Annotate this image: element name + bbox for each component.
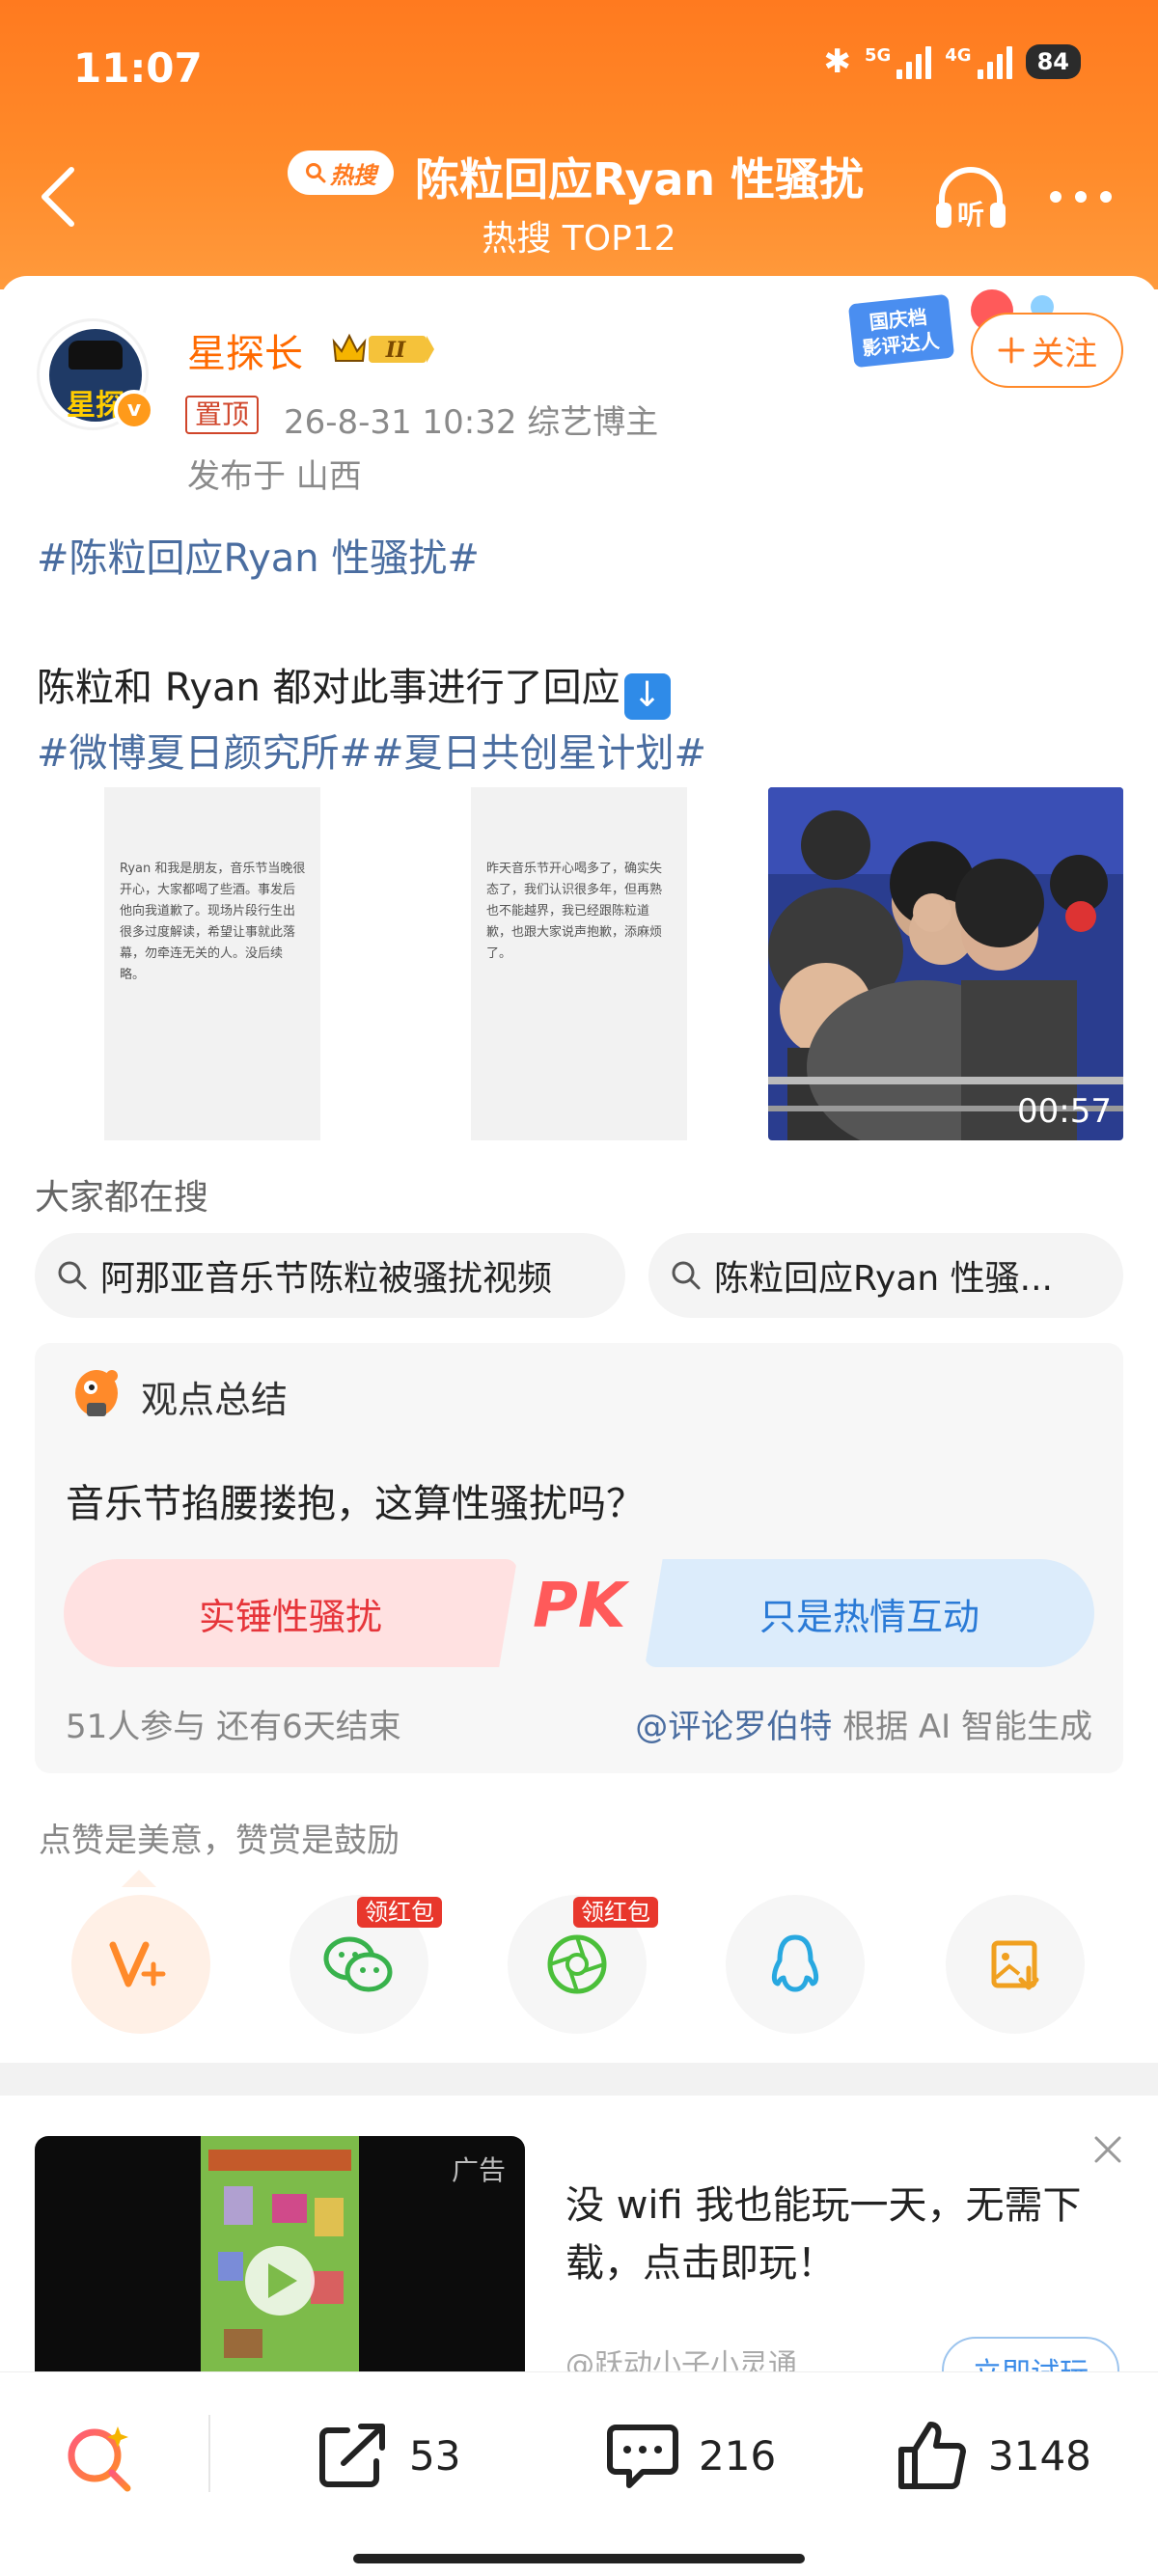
hot-badge-label: 热搜 <box>330 161 376 189</box>
bluetooth-icon: ✱ <box>823 42 851 81</box>
top-header: 11:07 ✱ 5G 4G 84 热搜 陈粒回应Ryan 性骚扰 热搜 TOP1… <box>0 0 1158 289</box>
member-crown-icon: II <box>332 333 434 363</box>
mascot-icon <box>75 1370 118 1416</box>
vote-participants: 51人参与 还有6天结束 <box>66 1708 401 1746</box>
repost-button[interactable]: 53 <box>315 2417 460 2494</box>
author-name[interactable]: 星探长 <box>187 322 303 378</box>
vote-option-right[interactable]: 只是热情互动 <box>645 1559 1094 1667</box>
avatar-hat-icon <box>69 341 123 370</box>
post-video[interactable]: 00:57 <box>768 787 1123 1140</box>
red-packet-tag: 领红包 <box>357 1897 442 1928</box>
related-search-chip[interactable]: 陈粒回应Ryan 性骚... <box>648 1233 1123 1318</box>
signal-icon <box>977 44 1012 79</box>
more-options-button[interactable] <box>1042 178 1119 216</box>
comment-icon <box>607 2425 678 2488</box>
save-image-button[interactable] <box>946 1895 1085 2034</box>
follow-label: 关注 <box>1032 334 1097 373</box>
share-qq-button[interactable] <box>726 1895 865 2034</box>
related-search-chip[interactable]: 阿那亚音乐节陈粒被骚扰视频 <box>35 1233 625 1318</box>
status-icons: ✱ 5G 4G 84 <box>823 42 1081 81</box>
ad-label: 广告 <box>451 2154 506 2186</box>
dot-icon <box>1100 191 1112 203</box>
moments-aperture-icon <box>547 1934 607 1994</box>
ad-source: @跃动小子小灵通 <box>565 2348 797 2371</box>
section-divider <box>0 2063 1158 2096</box>
ad-video-thumbnail[interactable]: 广告 <box>35 2136 525 2371</box>
pk-label: PK <box>533 1571 626 1642</box>
thumbs-up-icon <box>898 2422 966 2489</box>
comment-button[interactable]: 216 <box>604 2417 776 2494</box>
ad-card[interactable]: 广告 没 wifi 我也能玩一天，无需下载，点击即玩！ @跃动小子小灵通 立即试… <box>0 2096 1158 2371</box>
image-statement-text: 昨天音乐节开心喝多了，确实失态了，我们认识很多年，但再熟也不能越界，我已经跟陈粒… <box>486 862 663 961</box>
search-icon <box>672 1261 701 1290</box>
member-level: II <box>385 338 406 363</box>
battery-indicator: 84 <box>1025 44 1081 79</box>
red-packet-tag: 领红包 <box>573 1897 658 1928</box>
network-label-5g: 5G <box>864 44 892 66</box>
image-statement-text: Ryan 和我是朋友，音乐节当晚很开心，大家都喝了些酒。事发后他向我道歉了。现场… <box>120 862 306 982</box>
plus-icon <box>998 337 1025 364</box>
dot-icon <box>1050 191 1062 203</box>
home-indicator <box>353 2554 805 2563</box>
summary-source-note: 根据 AI 智能生成 <box>832 1708 1092 1746</box>
summary-source-user[interactable]: @评论罗伯特 <box>635 1708 832 1746</box>
search-sparkle-icon[interactable] <box>62 2419 139 2496</box>
post-text: 陈粒和 Ryan 都对此事进行了回应 ↓ <box>37 656 671 720</box>
follow-button[interactable]: 关注 <box>971 313 1123 388</box>
post-image-statement-1[interactable]: Ryan 和我是朋友，音乐节当晚很开心，大家都喝了些酒。事发后他向我道歉了。现场… <box>104 787 320 1140</box>
like-button[interactable]: 3148 <box>894 2417 1091 2494</box>
signal-icon <box>896 44 932 79</box>
verified-badge-icon: v <box>114 390 154 430</box>
post-image-statement-2[interactable]: 昨天音乐节开心喝多了，确实失态了，我们认识很多年，但再熟也不能越界，我已经跟陈粒… <box>471 787 687 1140</box>
hot-search-badge: 热搜 <box>288 151 394 195</box>
arrow-down-icon: ↓ <box>623 673 671 720</box>
listen-button[interactable]: 听 <box>932 162 1009 235</box>
like-count: 3148 <box>988 2431 1091 2480</box>
save-image-icon <box>991 1940 1039 1990</box>
headphones-icon: 听 <box>936 167 1006 231</box>
post-location: 发布于 山西 <box>187 457 362 496</box>
post-text-line: 陈粒和 Ryan 都对此事进行了回应 <box>37 666 620 710</box>
related-search-label: 陈粒回应Ryan 性骚... <box>714 1259 1054 1299</box>
ad-title[interactable]: 没 wifi 我也能玩一天，无需下载，点击即玩！ <box>565 2177 1106 2292</box>
close-icon[interactable] <box>1090 2132 1125 2167</box>
search-icon <box>58 1261 87 1290</box>
reward-v-button[interactable] <box>71 1895 210 2034</box>
summary-question: 音乐节掐腰搂抱，这算性骚扰吗？ <box>66 1482 645 1526</box>
vote-option-left[interactable]: 实锤性骚扰 <box>64 1559 517 1667</box>
topic-hashtag[interactable]: #陈粒回应Ryan 性骚扰# <box>37 527 480 583</box>
hot-topic-title: 陈粒回应Ryan 性骚扰 <box>415 153 865 206</box>
reward-pointer <box>122 1870 156 1887</box>
related-search-title: 大家都在搜 <box>35 1178 209 1218</box>
dot-icon <box>1075 191 1087 203</box>
pinned-tag: 置顶 <box>185 396 260 434</box>
wechat-icon <box>323 1936 393 1992</box>
repost-icon <box>319 2424 385 2487</box>
reward-text: 点赞是美意，赞赏是鼓励 <box>39 1822 400 1860</box>
opinion-summary-card: 观点总结 音乐节掐腰搂抱，这算性骚扰吗？ 实锤性骚扰 PK 只是热情互动 51人… <box>35 1343 1123 1773</box>
hashtag-line[interactable]: #微博夏日颜究所##夏日共创星计划# <box>37 722 706 778</box>
listen-label: 听 <box>957 199 984 231</box>
summary-source: @评论罗伯特 根据 AI 智能生成 <box>635 1700 1092 1747</box>
comment-count: 216 <box>699 2431 777 2480</box>
status-time: 11:07 <box>73 44 203 92</box>
post-meta: 26-8-31 10:32 综艺博主 <box>284 403 659 442</box>
network-label-4g: 4G <box>945 44 972 66</box>
video-thumbnail <box>768 787 1123 1140</box>
qq-penguin-icon <box>771 1934 819 1992</box>
ad-try-button[interactable]: 立即试玩 <box>942 2337 1119 2371</box>
v-plus-icon <box>109 1941 166 1987</box>
repost-count: 53 <box>409 2431 461 2480</box>
bar-separator <box>208 2415 210 2492</box>
bottom-action-bar: 53 216 3148 <box>0 2371 1158 2576</box>
summary-title: 观点总结 <box>141 1379 289 1421</box>
related-search-label: 阿那亚音乐节陈粒被骚扰视频 <box>100 1259 553 1299</box>
video-duration: 00:57 <box>1017 1092 1112 1131</box>
search-icon <box>306 163 326 183</box>
